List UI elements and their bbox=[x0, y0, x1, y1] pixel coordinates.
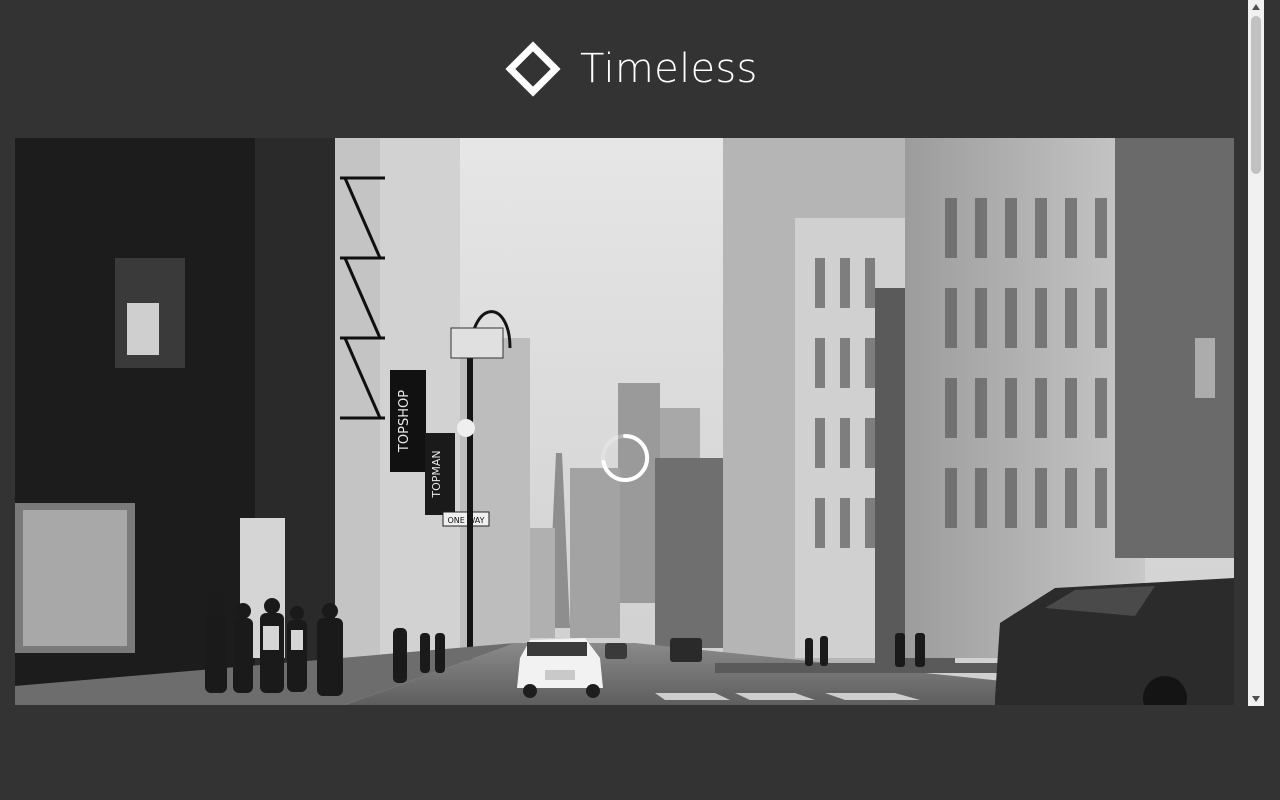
site-header: Timeless bbox=[0, 0, 1248, 138]
diamond-logo-icon[interactable] bbox=[504, 40, 562, 98]
scroll-down-arrow-icon[interactable] bbox=[1248, 692, 1264, 706]
site-title[interactable]: Timeless bbox=[580, 44, 758, 94]
one-way-sign: ONE WAY bbox=[447, 516, 484, 525]
scroll-up-arrow-icon[interactable] bbox=[1248, 0, 1264, 14]
hero-image: TOPSHOP TOPMAN ONE WAY bbox=[15, 138, 1234, 705]
street-photo: TOPSHOP TOPMAN ONE WAY bbox=[15, 138, 1234, 705]
page: Timeless TOPSHOP TOPMAN ONE WAY bbox=[0, 0, 1280, 800]
topman-sign: TOPMAN bbox=[430, 450, 443, 498]
topshop-sign: TOPSHOP bbox=[397, 390, 412, 453]
vertical-scrollbar[interactable] bbox=[1248, 0, 1264, 706]
scrollbar-thumb[interactable] bbox=[1251, 16, 1261, 174]
loading-spinner-icon bbox=[601, 433, 650, 482]
